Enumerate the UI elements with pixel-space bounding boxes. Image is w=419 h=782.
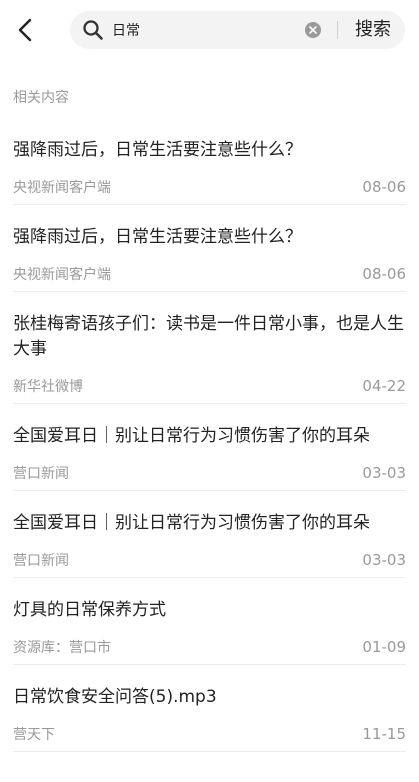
item-title: 强降雨过后，日常生活要注意些什么？ (13, 140, 302, 160)
item-date: 03-03 (362, 464, 406, 482)
search-divider (337, 21, 338, 39)
item-title: 张桂梅寄语孩子们：读书是一件日常小事，也是人生大事 (13, 314, 404, 359)
item-source: 央视新闻客户端 (13, 180, 111, 196)
results-list: 强降雨过后，日常生活要注意些什么？ 央视新闻客户端 08-06 强降雨过后，日常… (0, 118, 419, 752)
item-meta: 资源库：营口市 01-09 (13, 636, 406, 658)
item-source: 资源库：营口市 (13, 640, 111, 656)
item-source: 营天下 (13, 727, 55, 743)
list-item[interactable]: 全国爱耳日｜别让日常行为习惯伤害了你的耳朵 营口新闻 03-03 (13, 404, 406, 491)
item-title: 全国爱耳日｜别让日常行为习惯伤害了你的耳朵 (13, 513, 370, 533)
item-source: 营口新闻 (13, 466, 69, 482)
item-meta: 新华社微博 04-22 (13, 375, 406, 397)
list-item[interactable]: 强降雨过后，日常生活要注意些什么？ 央视新闻客户端 08-06 (13, 205, 406, 292)
chevron-left-icon (18, 18, 32, 42)
list-item[interactable]: 强降雨过后，日常生活要注意些什么？ 央视新闻客户端 08-06 (13, 118, 406, 205)
item-date: 11-15 (362, 725, 406, 743)
item-meta: 央视新闻客户端 08-06 (13, 176, 406, 198)
list-item[interactable]: 全国爱耳日｜别让日常行为习惯伤害了你的耳朵 营口新闻 03-03 (13, 491, 406, 578)
item-date: 08-06 (362, 265, 406, 283)
list-item[interactable]: 日常饮食安全问答(5).mp3 营天下 11-15 (13, 665, 406, 752)
list-item[interactable]: 灯具的日常保养方式 资源库：营口市 01-09 (13, 578, 406, 665)
search-button[interactable]: 搜索 (345, 17, 401, 43)
item-meta: 营口新闻 03-03 (13, 462, 406, 484)
search-input[interactable] (112, 20, 322, 42)
item-date: 08-06 (362, 178, 406, 196)
item-title: 全国爱耳日｜别让日常行为习惯伤害了你的耳朵 (13, 426, 370, 446)
top-bar: 搜索 (0, 0, 419, 62)
item-source: 央视新闻客户端 (13, 267, 111, 283)
item-date: 04-22 (362, 377, 406, 395)
clear-icon (309, 26, 317, 34)
item-title: 强降雨过后，日常生活要注意些什么？ (13, 227, 302, 247)
search-box[interactable]: 搜索 (70, 11, 405, 49)
item-date: 01-09 (362, 638, 406, 656)
item-title: 灯具的日常保养方式 (13, 600, 166, 620)
item-meta: 营口新闻 03-03 (13, 549, 406, 571)
item-title: 日常饮食安全问答(5).mp3 (13, 687, 217, 707)
item-meta: 央视新闻客户端 08-06 (13, 263, 406, 285)
list-item[interactable]: 张桂梅寄语孩子们：读书是一件日常小事，也是人生大事 新华社微博 04-22 (13, 292, 406, 404)
section-label: 相关内容 (13, 90, 69, 106)
search-icon (83, 20, 103, 40)
item-date: 03-03 (362, 551, 406, 569)
clear-search-button[interactable] (305, 22, 321, 38)
item-source: 新华社微博 (13, 379, 83, 395)
item-source: 营口新闻 (13, 553, 69, 569)
item-meta: 营天下 11-15 (13, 723, 406, 745)
back-button[interactable] (8, 12, 42, 48)
